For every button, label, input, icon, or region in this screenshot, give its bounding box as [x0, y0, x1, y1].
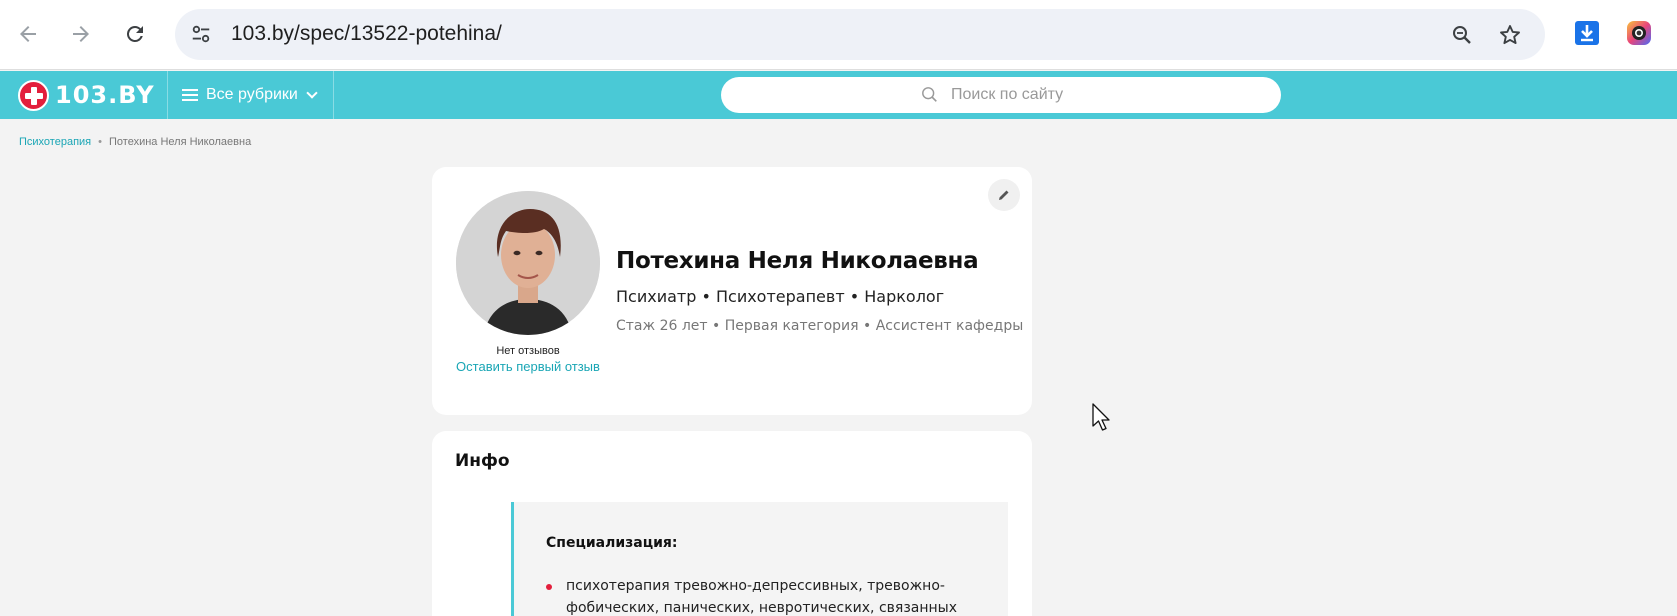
- medical-cross-icon: [18, 79, 49, 111]
- extension-button[interactable]: [1624, 18, 1654, 48]
- rubrics-menu-button[interactable]: Все рубрики: [182, 71, 318, 119]
- specialization-item: психотерапия тревожно-депрессивных, трев…: [566, 578, 957, 616]
- doctor-meta: Стаж 26 лет • Первая категория • Ассисте…: [616, 318, 1024, 334]
- mouse-cursor-icon: [1092, 403, 1110, 431]
- download-icon: [1575, 21, 1599, 45]
- specialization-heading: Специализация:: [546, 535, 678, 551]
- bookmark-button[interactable]: [1496, 21, 1524, 49]
- breadcrumb-separator: •: [98, 136, 102, 148]
- specialization-block: Специализация: психотерапия тревожно-деп…: [511, 502, 1008, 616]
- doctor-profile-card: Нет отзывов Оставить первый отзыв Потехи…: [432, 167, 1032, 415]
- logo-text: 103.BY: [55, 81, 155, 109]
- browser-toolbar: 103.by/spec/13522-potehina/: [0, 0, 1677, 70]
- breadcrumb: Психотерапия • Потехина Неля Николаевна: [19, 136, 251, 148]
- camera-extension-icon: [1627, 21, 1651, 45]
- site-search[interactable]: [721, 77, 1281, 113]
- doctor-specialties: Психиатр • Психотерапевт • Нарколог: [616, 287, 945, 306]
- reload-button[interactable]: [115, 14, 155, 54]
- chevron-down-icon: [306, 86, 318, 99]
- list-bullet: [546, 584, 552, 590]
- pencil-icon: [999, 190, 1009, 200]
- info-title: Инфо: [455, 451, 510, 471]
- back-button[interactable]: [8, 14, 48, 54]
- edit-button[interactable]: [988, 179, 1020, 211]
- site-info-button[interactable]: [183, 16, 219, 52]
- arrow-left-icon: [20, 26, 36, 42]
- breadcrumb-link-psychotherapy[interactable]: Психотерапия: [19, 136, 91, 148]
- breadcrumb-current: Потехина Неля Николаевна: [109, 136, 252, 148]
- info-card: Инфо Специализация: психотерапия тревожн…: [432, 431, 1032, 616]
- site-header: 103.BY Все рубрики: [0, 71, 1677, 119]
- rubrics-label: Все рубрики: [206, 86, 298, 103]
- star-icon: [1500, 25, 1520, 45]
- zoom-icon: [1453, 26, 1471, 44]
- menu-icon: [182, 89, 198, 101]
- site-logo[interactable]: 103.BY: [18, 79, 155, 111]
- doctor-name: Потехина Неля Николаевна: [616, 248, 979, 274]
- address-bar[interactable]: 103.by/spec/13522-potehina/: [175, 9, 1545, 60]
- zoom-button[interactable]: [1448, 21, 1476, 49]
- downloads-button[interactable]: [1572, 18, 1602, 48]
- reload-icon: [126, 25, 143, 42]
- forward-button[interactable]: [61, 14, 101, 54]
- url-text[interactable]: 103.by/spec/13522-potehina/: [231, 22, 502, 46]
- search-input[interactable]: [951, 86, 1081, 104]
- tune-icon: [192, 25, 210, 43]
- arrow-right-icon: [73, 26, 89, 42]
- reviews-status: Нет отзывов: [496, 345, 560, 357]
- header-divider: [333, 71, 334, 119]
- leave-review-link[interactable]: Оставить первый отзыв: [456, 359, 600, 375]
- search-icon: [922, 87, 937, 102]
- header-divider: [167, 71, 168, 119]
- doctor-photo: [456, 191, 600, 335]
